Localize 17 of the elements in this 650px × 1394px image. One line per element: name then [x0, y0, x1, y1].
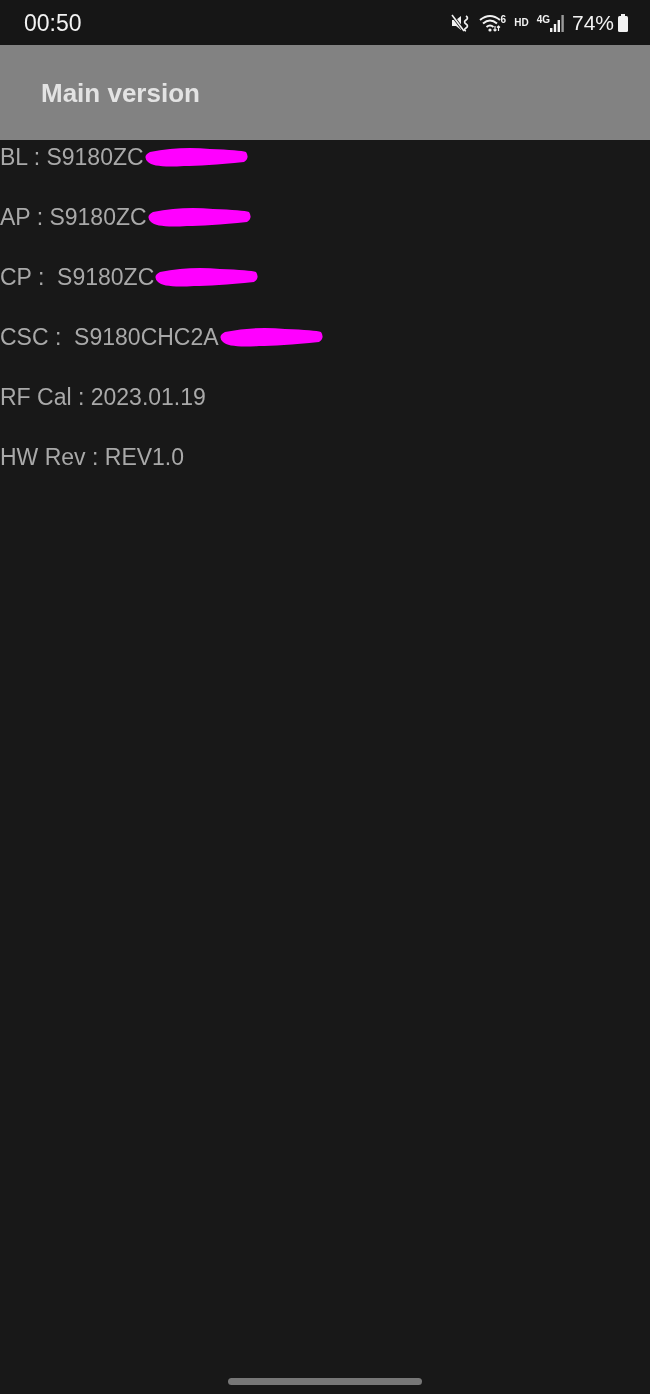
version-info-text: CSC : S9180CHC2A [0, 323, 219, 352]
clock-text: 00:50 [24, 9, 82, 36]
version-info-text: AP : S9180ZC [0, 203, 147, 232]
version-info-text: HW Rev : REV1.0 [0, 443, 185, 472]
hd-label: HD [514, 16, 529, 29]
signal-bars-icon [549, 13, 564, 32]
version-info-text: RF Cal : 2023.01.19 [0, 383, 206, 412]
network-type-text: 4G [536, 13, 550, 26]
mute-vibrate-icon [450, 13, 471, 32]
wifi-generation-text: 6 [500, 13, 507, 26]
version-info-text: BL : S9180ZC [0, 143, 144, 172]
screen-title: Main version [41, 76, 200, 109]
navigation-handle[interactable] [228, 1378, 422, 1385]
version-info-text: CP : S9180ZC [0, 263, 155, 292]
wifi-icon [478, 13, 501, 32]
battery-percent-text: 74% [571, 10, 614, 35]
battery-icon [618, 13, 628, 32]
